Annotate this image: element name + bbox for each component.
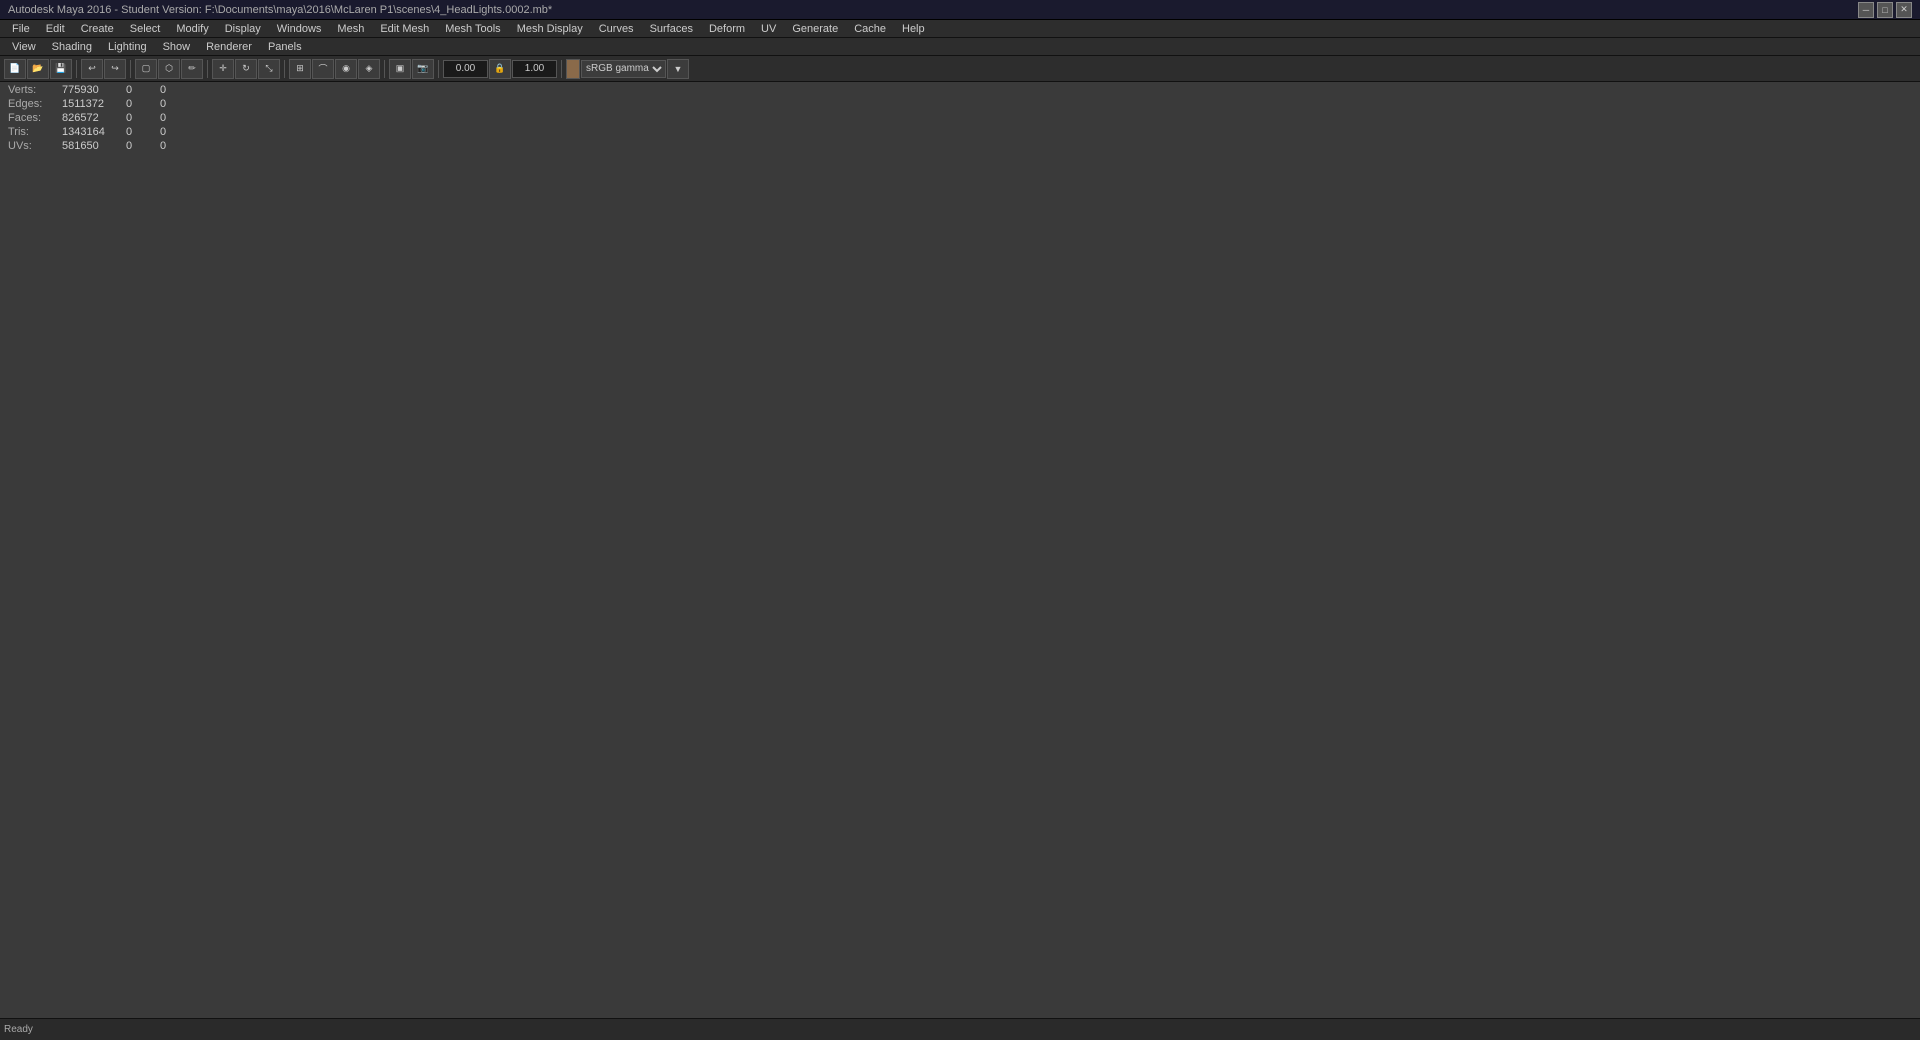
tool-move[interactable]: ✛ — [212, 59, 234, 79]
tool-lock[interactable]: 🔒 — [489, 59, 511, 79]
menu-mesh-display[interactable]: Mesh Display — [509, 20, 591, 37]
sep-1 — [76, 60, 77, 78]
ctx-shading[interactable]: Shading — [44, 41, 100, 53]
uvs-label: UVs: — [8, 140, 58, 152]
uvs-extra1: 0 — [126, 140, 156, 152]
bottom-status-bar: Ready — [0, 1018, 1920, 1040]
tool-snap-point[interactable]: ◉ — [335, 59, 357, 79]
verts-extra2: 0 — [160, 84, 190, 96]
verts-label: Verts: — [8, 84, 58, 96]
tool-new[interactable]: 📄 — [4, 59, 26, 79]
menu-surfaces[interactable]: Surfaces — [642, 20, 701, 37]
input-value1[interactable] — [443, 60, 488, 78]
menu-modify[interactable]: Modify — [168, 20, 216, 37]
maximize-button[interactable]: □ — [1877, 2, 1893, 18]
tool-color-arrow[interactable]: ▼ — [667, 59, 689, 79]
ctx-view[interactable]: View — [4, 41, 44, 53]
menu-curves[interactable]: Curves — [591, 20, 642, 37]
ctx-panels[interactable]: Panels — [260, 41, 310, 53]
tool-scale[interactable]: ⤡ — [258, 59, 280, 79]
title-bar: Autodesk Maya 2016 - Student Version: F:… — [0, 0, 1920, 20]
minimize-button[interactable]: ─ — [1858, 2, 1874, 18]
verts-value: 775930 — [62, 84, 122, 96]
tool-save[interactable]: 💾 — [50, 59, 72, 79]
tool-snap-curve[interactable]: ⌒ — [312, 59, 334, 79]
menu-edit[interactable]: Edit — [38, 20, 73, 37]
stat-row-verts: Verts: 775930 0 0 — [8, 84, 190, 96]
tool-open[interactable]: 📂 — [27, 59, 49, 79]
tool-render-snap[interactable]: 📷 — [412, 59, 434, 79]
faces-value: 826572 — [62, 112, 122, 124]
tool-snap-grid[interactable]: ⊞ — [289, 59, 311, 79]
color-mode-select[interactable]: sRGB gamma — [581, 60, 666, 78]
tris-label: Tris: — [8, 126, 58, 138]
edges-extra1: 0 — [126, 98, 156, 110]
tool-paint[interactable]: ✏ — [181, 59, 203, 79]
input-value2[interactable] — [512, 60, 557, 78]
uvs-value: 581650 — [62, 140, 122, 152]
tris-value: 1343164 — [62, 126, 122, 138]
menu-uv[interactable]: UV — [753, 20, 784, 37]
faces-extra2: 0 — [160, 112, 190, 124]
menu-bar: File Edit Create Select Modify Display W… — [0, 20, 1920, 38]
sep-4 — [284, 60, 285, 78]
menu-mesh[interactable]: Mesh — [329, 20, 372, 37]
tool-render-region[interactable]: ▣ — [389, 59, 411, 79]
sep-5 — [384, 60, 385, 78]
menu-select[interactable]: Select — [122, 20, 169, 37]
menu-edit-mesh[interactable]: Edit Mesh — [372, 20, 437, 37]
edges-value: 1511372 — [62, 98, 122, 110]
menu-create[interactable]: Create — [73, 20, 122, 37]
status-text: Ready — [4, 1024, 33, 1035]
stats-panel: Verts: 775930 0 0 Edges: 1511372 0 0 Fac… — [8, 84, 190, 154]
tool-select[interactable]: ▢ — [135, 59, 157, 79]
menu-file[interactable]: File — [4, 20, 38, 37]
tris-extra2: 0 — [160, 126, 190, 138]
stat-row-tris: Tris: 1343164 0 0 — [8, 126, 190, 138]
tool-snap-surface[interactable]: ◈ — [358, 59, 380, 79]
menu-display[interactable]: Display — [217, 20, 269, 37]
edges-extra2: 0 — [160, 98, 190, 110]
main-toolbar: 📄 📂 💾 ↩ ↪ ▢ ⬡ ✏ ✛ ↻ ⤡ ⊞ ⌒ ◉ ◈ ▣ 📷 🔒 sRGB… — [0, 56, 1920, 82]
menu-deform[interactable]: Deform — [701, 20, 753, 37]
tool-undo[interactable]: ↩ — [81, 59, 103, 79]
ctx-show[interactable]: Show — [155, 41, 199, 53]
stat-row-uvs: UVs: 581650 0 0 — [8, 140, 190, 152]
sep-7 — [561, 60, 562, 78]
tool-rotate[interactable]: ↻ — [235, 59, 257, 79]
menu-mesh-tools[interactable]: Mesh Tools — [437, 20, 508, 37]
verts-extra1: 0 — [126, 84, 156, 96]
stat-row-faces: Faces: 826572 0 0 — [8, 112, 190, 124]
menu-generate[interactable]: Generate — [784, 20, 846, 37]
sep-2 — [130, 60, 131, 78]
tool-color-indicator — [566, 59, 580, 79]
context-bar: View Shading Lighting Show Renderer Pane… — [0, 38, 1920, 56]
close-button[interactable]: ✕ — [1896, 2, 1912, 18]
window-title: Autodesk Maya 2016 - Student Version: F:… — [8, 4, 1855, 16]
sep-3 — [207, 60, 208, 78]
uvs-extra2: 0 — [160, 140, 190, 152]
faces-label: Faces: — [8, 112, 58, 124]
sep-6 — [438, 60, 439, 78]
stat-row-edges: Edges: 1511372 0 0 — [8, 98, 190, 110]
tool-lasso[interactable]: ⬡ — [158, 59, 180, 79]
ctx-lighting[interactable]: Lighting — [100, 41, 155, 53]
menu-windows[interactable]: Windows — [269, 20, 330, 37]
tool-redo[interactable]: ↪ — [104, 59, 126, 79]
faces-extra1: 0 — [126, 112, 156, 124]
menu-help[interactable]: Help — [894, 20, 933, 37]
tris-extra1: 0 — [126, 126, 156, 138]
ctx-renderer[interactable]: Renderer — [198, 41, 260, 53]
edges-label: Edges: — [8, 98, 58, 110]
menu-cache[interactable]: Cache — [846, 20, 894, 37]
